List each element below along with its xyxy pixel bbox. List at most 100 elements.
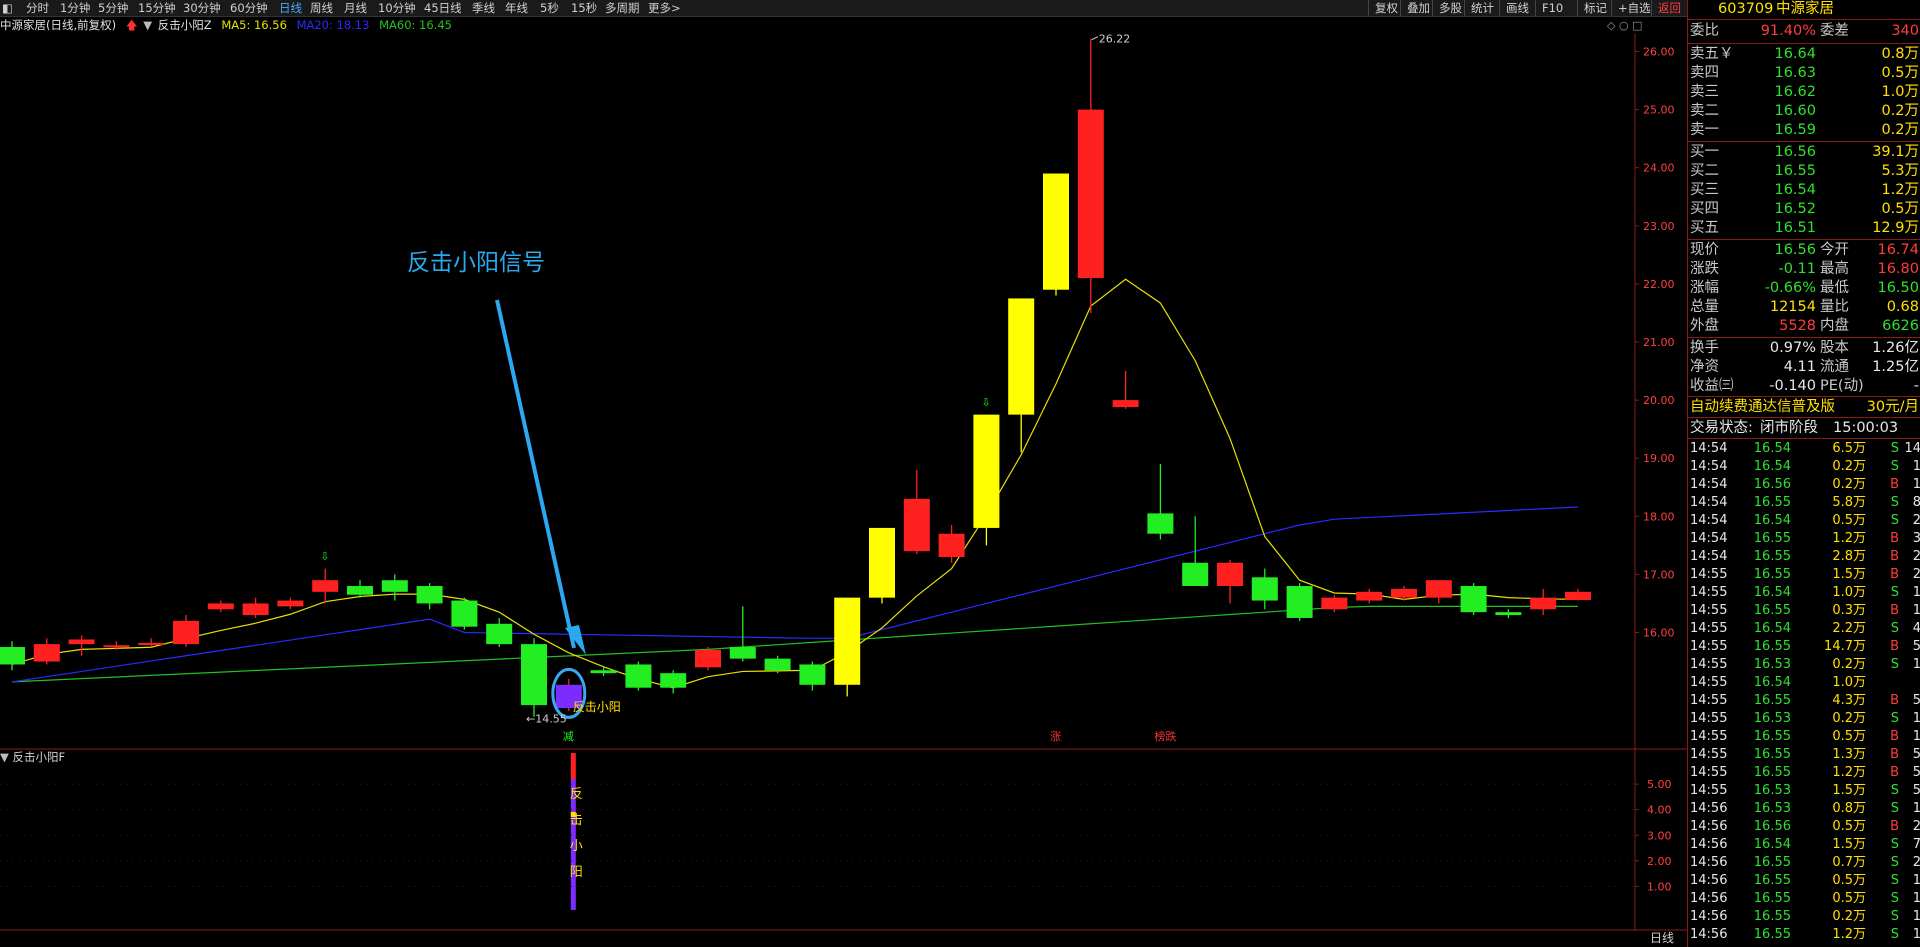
candle[interactable] (1182, 516, 1209, 587)
toolbar-button[interactable]: 叠加 (1400, 0, 1436, 16)
candle[interactable] (1565, 588, 1591, 601)
candle[interactable] (486, 617, 513, 648)
candle[interactable] (173, 615, 199, 648)
promo-row[interactable]: 自动续费通达信普及版 30元/月 (1688, 398, 1920, 417)
candle[interactable] (33, 638, 60, 665)
candle[interactable] (381, 574, 408, 601)
period-tab[interactable]: 分时 (26, 0, 49, 16)
candle[interactable] (1530, 588, 1557, 616)
toolbar-button[interactable]: 复权 (1368, 0, 1404, 16)
candle[interactable] (869, 527, 895, 604)
candle[interactable] (0, 641, 25, 671)
candle[interactable] (1077, 38, 1104, 313)
menu-icon[interactable]: ◧ (2, 0, 13, 16)
period-tab[interactable]: 30分钟 (183, 0, 221, 16)
candle[interactable] (625, 661, 652, 691)
period-tab[interactable]: 10分钟 (378, 0, 416, 16)
tick-row: 14:55 16.55 1.2万 B 5 (1688, 764, 1920, 782)
period-tab[interactable]: 60分钟 (230, 0, 268, 16)
candle[interactable] (695, 647, 721, 671)
candle[interactable] (590, 667, 617, 677)
candle[interactable] (1217, 559, 1243, 604)
candle[interactable] (1321, 594, 1348, 613)
tick-cell: 6.5万 (1832, 441, 1866, 456)
price-tick-label: 20.00 (1643, 394, 1675, 407)
period-tab[interactable]: 45日线 (424, 0, 462, 16)
chart-control-icon[interactable]: □ (1632, 19, 1642, 32)
fund-label: 流通 (1820, 359, 1849, 375)
period-tab[interactable]: 15秒 (571, 0, 597, 16)
tick-cell: 5 (1912, 765, 1920, 780)
candle[interactable] (521, 638, 547, 717)
period-tab[interactable]: 15分钟 (138, 0, 176, 16)
candle[interactable] (451, 597, 478, 630)
toolbar-button[interactable]: 返回 (1651, 0, 1687, 16)
candle[interactable] (903, 469, 930, 555)
candle[interactable] (1043, 173, 1069, 296)
candle[interactable] (68, 635, 95, 656)
period-tab[interactable]: 日线 (279, 0, 302, 16)
event-flag[interactable]: 涨 (1050, 730, 1061, 743)
toolbar-button[interactable]: 统计 (1464, 0, 1500, 16)
price-tick-label: 24.00 (1643, 162, 1675, 175)
candle[interactable] (312, 568, 339, 604)
candle[interactable] (834, 597, 861, 697)
bid-label: 买三 (1690, 182, 1719, 198)
candle[interactable] (242, 597, 269, 618)
candle[interactable] (938, 525, 965, 563)
candle[interactable] (660, 670, 687, 694)
toolbar-button[interactable]: 画线 (1499, 0, 1535, 16)
tick-cell: 14 (1904, 441, 1920, 456)
candle[interactable] (1147, 464, 1174, 540)
tick-cell: 14:55 (1690, 657, 1728, 672)
candle[interactable] (1251, 568, 1278, 610)
candle[interactable] (1495, 609, 1522, 618)
candle[interactable] (347, 580, 373, 598)
toolbar-button[interactable]: 多股 (1432, 0, 1468, 16)
tick-cell: 1 (1912, 585, 1920, 600)
quote-label: 最低 (1820, 280, 1849, 296)
toolbar-button[interactable]: +自选 (1611, 0, 1657, 16)
period-tab[interactable]: 更多> (648, 0, 681, 16)
candle[interactable] (416, 583, 443, 610)
candle[interactable] (1112, 371, 1139, 409)
candle[interactable] (207, 600, 234, 613)
period-tab[interactable]: 季线 (472, 0, 495, 16)
candle[interactable] (1460, 583, 1487, 616)
event-flag[interactable]: 榜跌 (1154, 729, 1176, 743)
tick-cell: 1 (1912, 801, 1920, 816)
divider (1688, 337, 1920, 338)
period-tab[interactable]: 周线 (310, 0, 333, 16)
chart-control-icon[interactable]: ◇ (1607, 19, 1616, 32)
sub-panel-title[interactable]: 反击小阳F (13, 750, 66, 764)
candle[interactable] (973, 414, 1000, 546)
candle-body (1147, 513, 1174, 534)
candle[interactable] (1286, 583, 1313, 621)
candle[interactable] (1425, 580, 1452, 604)
period-tab[interactable]: 多周期 (605, 0, 640, 16)
sub-panel-dropdown-icon[interactable]: ▼ (0, 750, 9, 764)
tab-daily[interactable]: 日线 (1640, 930, 1684, 946)
ma60-label: MA60: 16.45 (379, 18, 452, 32)
toolbar-button[interactable]: 标记 (1577, 0, 1613, 16)
candle[interactable] (729, 606, 756, 662)
period-tab[interactable]: 年线 (505, 0, 528, 16)
period-tab[interactable]: 5分钟 (98, 0, 128, 16)
candle[interactable] (138, 638, 165, 648)
period-tab[interactable]: 月线 (344, 0, 367, 16)
candle[interactable] (277, 597, 304, 610)
indicator-dropdown-icon[interactable]: ▼ (143, 18, 152, 32)
tick-cell: 16.53 (1753, 711, 1791, 726)
period-tab[interactable]: 1分钟 (60, 0, 90, 16)
candle[interactable] (799, 661, 826, 691)
event-flag[interactable]: 减 (563, 730, 574, 743)
tick-row: 14:54 16.56 0.2万 B 1 (1688, 476, 1920, 494)
candle[interactable] (1356, 588, 1383, 604)
period-tab[interactable]: 5秒 (540, 0, 559, 16)
indicator-name[interactable]: 反击小阳Z (158, 18, 212, 32)
candle[interactable] (1008, 298, 1035, 453)
tick-cell: 14:56 (1690, 819, 1728, 834)
chart-control-icon[interactable]: ○ (1619, 19, 1629, 32)
candlestick-chart[interactable]: 26.00 25.00 24.00 23.00 22.00 21.00 20.00 19.00… (0, 17, 1687, 931)
toolbar-button[interactable]: F10 (1535, 0, 1569, 16)
